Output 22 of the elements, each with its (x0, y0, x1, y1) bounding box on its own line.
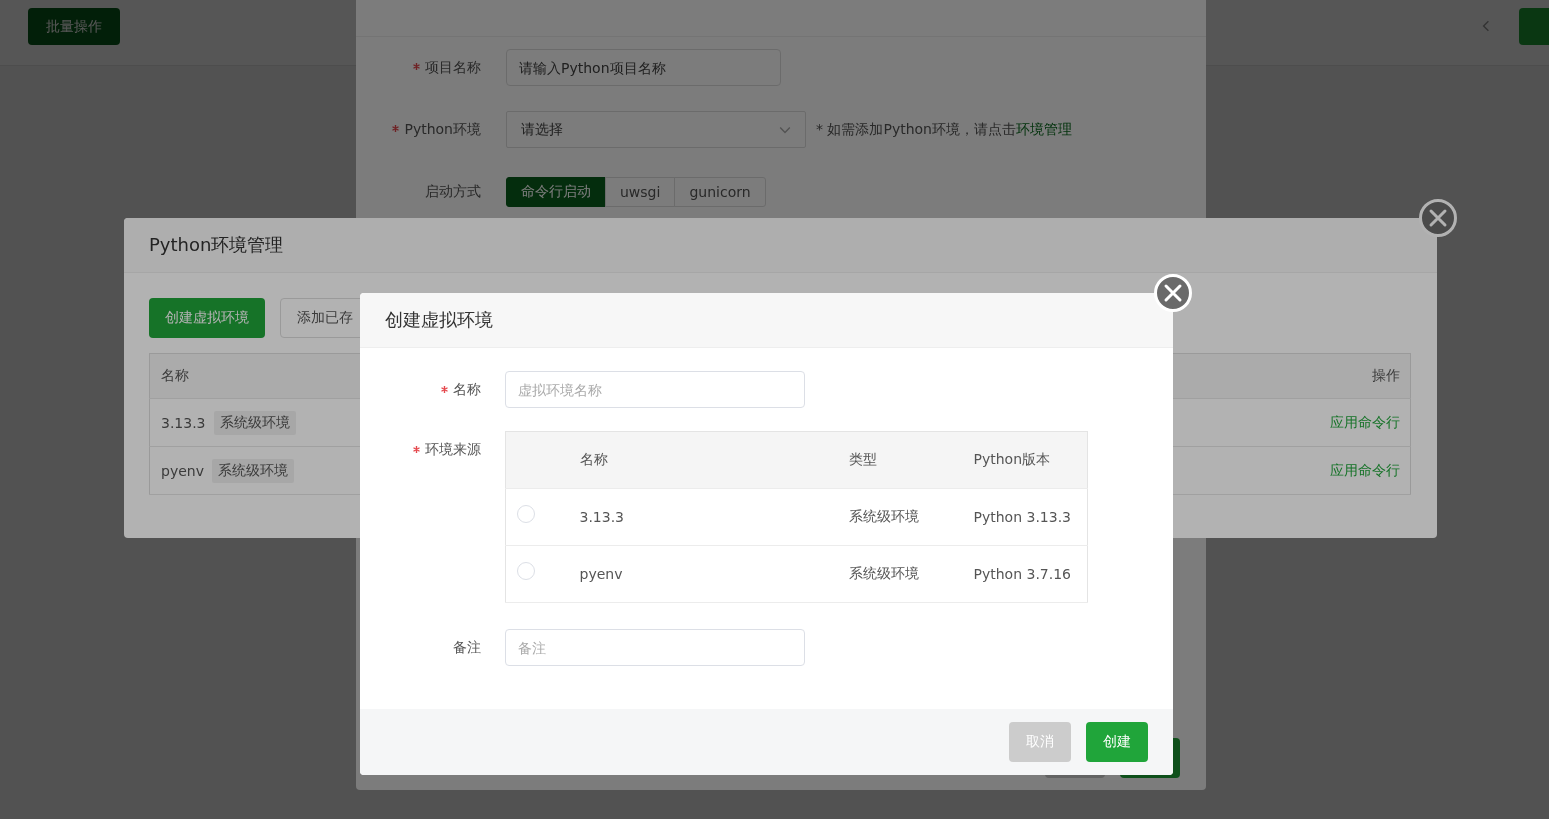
dialog-title: Python环境管理 (124, 218, 1437, 273)
env-tag: 系统级环境 (213, 410, 296, 435)
field-label: Python环境 (404, 120, 481, 139)
hint-text: * 如需添加Python环境，请点击环境管理 (816, 120, 1072, 139)
field-label: 名称 (453, 380, 481, 399)
table-cell: pyenv (560, 545, 830, 603)
table-cell: 3.13.3 (560, 488, 830, 546)
env-name: pyenv (161, 462, 204, 479)
table-cell: 系统级环境 (829, 545, 955, 603)
dialog-title: 创建虚拟环境 (360, 293, 1173, 348)
table-cell: Python 3.7.16 (954, 545, 1088, 603)
env-tag: 系统级环境 (211, 458, 294, 483)
env-name: 3.13.3 (161, 414, 206, 431)
table-cell: 系统级环境 (829, 488, 955, 546)
field-label: 项目名称 (425, 58, 481, 77)
column-header: 类型 (829, 431, 955, 489)
column-header: 名称 (560, 431, 830, 489)
field-label: 启动方式 (425, 182, 481, 201)
table-cell: Python 3.13.3 (954, 488, 1088, 546)
field-label: 环境来源 (425, 440, 481, 459)
field-label: 备注 (453, 638, 481, 657)
column-header: Python版本 (954, 431, 1088, 489)
